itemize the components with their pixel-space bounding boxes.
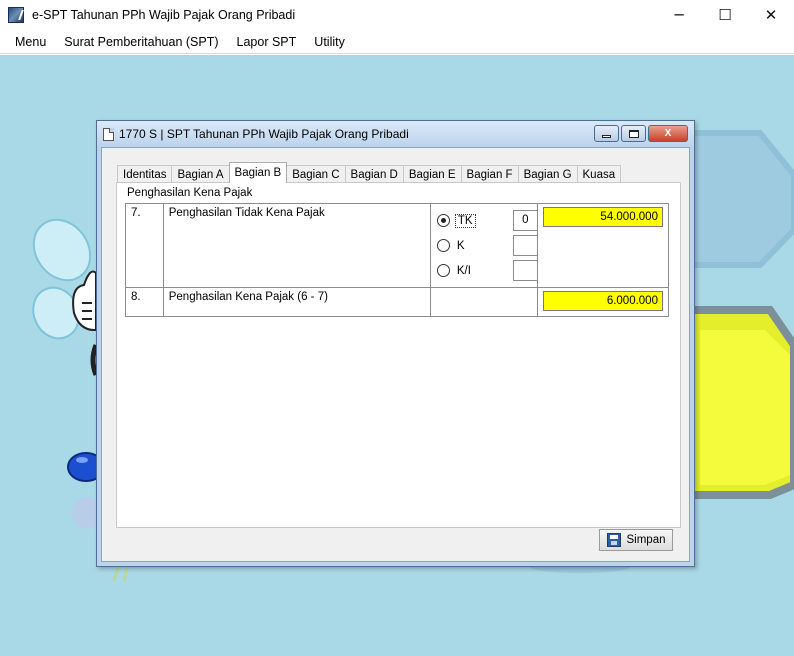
- tab-bagian-b[interactable]: Bagian B: [228, 162, 288, 183]
- radio-tk[interactable]: [436, 214, 450, 227]
- document-icon: [103, 127, 114, 141]
- child-maximize-button[interactable]: [621, 125, 646, 142]
- child-minimize-button[interactable]: [594, 125, 619, 142]
- row-value-cell: 6.000.000: [536, 287, 670, 317]
- child-window-body: Identitas Bagian A Bagian B Bagian C Bag…: [101, 147, 690, 562]
- save-button[interactable]: Simpan: [599, 529, 673, 551]
- tab-kuasa[interactable]: Kuasa: [576, 165, 622, 183]
- minimize-button[interactable]: ─: [656, 0, 702, 30]
- tab-strip: Identitas Bagian A Bagian B Bagian C Bag…: [117, 162, 622, 183]
- radio-ki-label: K/I: [456, 264, 471, 277]
- minimize-icon: [602, 134, 611, 138]
- tab-bagian-d[interactable]: Bagian D: [344, 165, 404, 183]
- table-row: 7. Penghasilan Tidak Kena Pajak TK 0 K K…: [125, 203, 670, 288]
- tax-table: 7. Penghasilan Tidak Kena Pajak TK 0 K K…: [125, 203, 670, 317]
- menu-item-utility[interactable]: Utility: [305, 35, 354, 49]
- close-button[interactable]: ✕: [748, 0, 794, 30]
- spt-form-window: 1770 S | SPT Tahunan PPh Wajib Pajak Ora…: [96, 120, 695, 567]
- restore-icon: [628, 129, 639, 138]
- menu-item-lapor-spt[interactable]: Lapor SPT: [228, 35, 306, 49]
- tab-bagian-a[interactable]: Bagian A: [171, 165, 230, 183]
- radio-tk-label: TK: [454, 213, 476, 228]
- menu-item-surat-pemberitahuan[interactable]: Surat Pemberitahuan (SPT): [55, 35, 227, 49]
- row-description: Penghasilan Kena Pajak (6 - 7): [162, 287, 431, 317]
- tab-bagian-f[interactable]: Bagian F: [460, 165, 519, 183]
- menu-item-menu[interactable]: Menu: [6, 35, 55, 49]
- tab-identitas[interactable]: Identitas: [117, 165, 173, 183]
- ptkp-amount-field[interactable]: 54.000.000: [542, 207, 663, 227]
- window-controls: ─ ☐ ✕: [656, 0, 794, 30]
- option-k[interactable]: K: [436, 233, 538, 258]
- k-dependents-field[interactable]: [512, 235, 538, 256]
- option-ki[interactable]: K/I: [436, 258, 538, 283]
- radio-ki[interactable]: [436, 264, 450, 277]
- radio-k-label: K: [456, 239, 465, 252]
- tab-bagian-g[interactable]: Bagian G: [517, 165, 578, 183]
- row-value-cell: 54.000.000: [536, 203, 670, 288]
- child-window-title: 1770 S | SPT Tahunan PPh Wajib Pajak Ora…: [119, 127, 409, 141]
- option-tk[interactable]: TK 0: [436, 208, 538, 233]
- tab-panel-bagian-b: Penghasilan Kena Pajak 7. Penghasilan Ti…: [116, 182, 681, 528]
- child-titlebar: 1770 S | SPT Tahunan PPh Wajib Pajak Ora…: [97, 121, 694, 147]
- maximize-button[interactable]: ☐: [702, 0, 748, 30]
- ptkp-status-options: TK 0 K K/I: [429, 203, 538, 288]
- app-title: e-SPT Tahunan PPh Wajib Pajak Orang Prib…: [32, 8, 296, 22]
- row-number: 8.: [125, 287, 164, 317]
- section-label: Penghasilan Kena Pajak: [127, 187, 253, 199]
- floppy-disk-icon: [606, 533, 621, 547]
- row-description: Penghasilan Tidak Kena Pajak: [162, 203, 431, 288]
- child-window-controls: X: [594, 125, 688, 142]
- menubar: Menu Surat Pemberitahuan (SPT) Lapor SPT…: [0, 30, 794, 54]
- table-row: 8. Penghasilan Kena Pajak (6 - 7) 6.000.…: [125, 287, 670, 317]
- child-close-button[interactable]: X: [648, 125, 688, 142]
- tab-bagian-c[interactable]: Bagian C: [286, 165, 346, 183]
- ki-dependents-field[interactable]: [512, 260, 538, 281]
- save-button-label: Simpan: [626, 534, 666, 546]
- row-number: 7.: [125, 203, 164, 288]
- tab-bagian-e[interactable]: Bagian E: [402, 165, 462, 183]
- tk-dependents-field[interactable]: 0: [512, 210, 538, 231]
- app-titlebar: e-SPT Tahunan PPh Wajib Pajak Orang Prib…: [0, 0, 794, 30]
- app-logo-icon: [8, 7, 24, 23]
- radio-k[interactable]: [436, 239, 450, 252]
- empty-cell: [429, 287, 538, 317]
- pkp-amount-field[interactable]: 6.000.000: [542, 291, 663, 311]
